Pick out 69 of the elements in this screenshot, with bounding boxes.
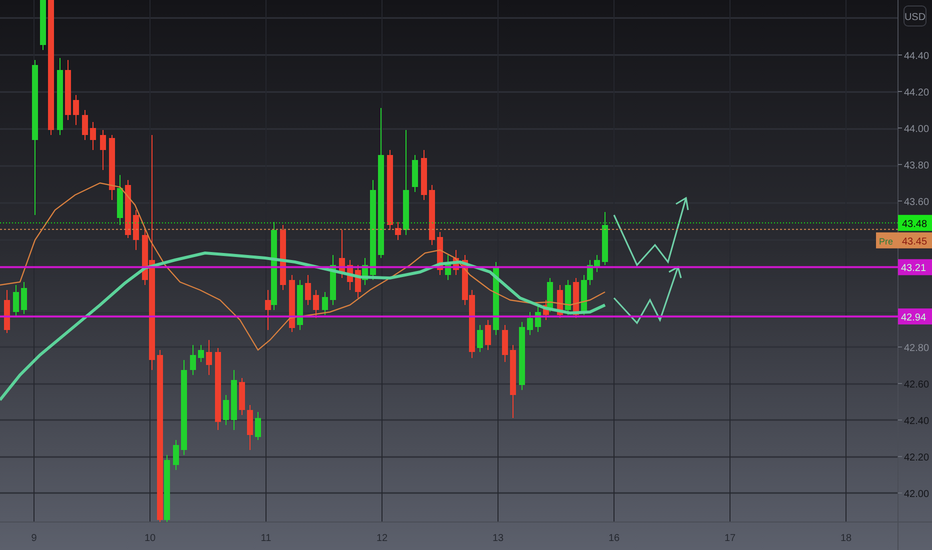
candlestick — [231, 370, 237, 430]
candlestick — [82, 110, 88, 140]
time-tick-label: 16 — [608, 533, 620, 544]
candlestick — [223, 394, 229, 426]
price-tick-label: 42.80 — [904, 343, 930, 354]
candlestick — [133, 210, 139, 250]
candlestick — [4, 290, 10, 334]
time-tick-label: 17 — [724, 533, 736, 544]
candlestick — [255, 412, 261, 440]
candlestick — [247, 404, 253, 450]
candlestick — [100, 130, 106, 170]
time-tick-label: 13 — [492, 533, 504, 544]
candlestick — [297, 280, 303, 330]
candlestick — [13, 284, 19, 316]
candlestick — [330, 254, 336, 306]
candlestick — [339, 230, 345, 278]
candlestick — [445, 254, 451, 280]
candlestick — [412, 154, 418, 192]
candlestick — [206, 340, 212, 376]
candlestick — [527, 312, 533, 336]
candlestick — [90, 122, 96, 150]
time-tick-label: 12 — [376, 533, 388, 544]
price-tick-label: 42.00 — [904, 489, 930, 500]
candlestick — [21, 282, 27, 314]
time-tick-label: 10 — [144, 533, 156, 544]
price-tick-label: 44.40 — [904, 51, 930, 62]
price-tick-label: 44.00 — [904, 124, 930, 135]
candlestick — [73, 94, 79, 126]
candlestick — [109, 134, 115, 200]
candlestick — [502, 324, 508, 362]
candlestick — [40, 0, 46, 50]
candlestick — [173, 440, 179, 470]
candlestick — [535, 304, 541, 332]
candlestick — [305, 274, 311, 306]
currency-label: USD — [904, 6, 926, 26]
candlestick — [347, 260, 353, 290]
candlestick — [239, 378, 245, 416]
candlestick — [280, 224, 286, 290]
price-label-text: 43.48 — [902, 218, 928, 230]
price-tick-label: 43.60 — [904, 197, 930, 208]
time-tick-label: 9 — [31, 533, 37, 544]
price-tick-label: 44.20 — [904, 88, 930, 98]
candlestick — [198, 344, 204, 362]
candlestick — [313, 290, 319, 318]
candlestick — [395, 222, 401, 240]
price-tick-label: 42.40 — [904, 416, 930, 427]
time-tick-label: 18 — [840, 533, 852, 544]
arrow-drawing — [613, 266, 682, 324]
candlestick — [322, 292, 328, 316]
candlestick — [125, 180, 131, 238]
candlestick — [421, 150, 427, 200]
candlestick — [477, 324, 483, 352]
candlestick — [602, 212, 608, 266]
candlestick — [565, 280, 571, 316]
candlestick — [453, 250, 459, 276]
price-label-text: 43.21 — [901, 263, 926, 274]
candlestick — [190, 344, 196, 376]
candlestick — [485, 320, 491, 350]
price-label-text: 42.94 — [901, 312, 926, 324]
candlestick — [117, 174, 123, 226]
price-tick-label: 42.20 — [904, 452, 930, 464]
candlestick — [429, 184, 435, 246]
candlestick — [519, 322, 525, 390]
pre-market-tag: Pre — [879, 236, 894, 246]
time-tick-label: 11 — [260, 533, 272, 544]
candlestick — [289, 274, 295, 332]
price-label-text: 43.45 — [902, 236, 928, 248]
candlestick — [65, 60, 71, 120]
price-tick-label: 43.80 — [904, 160, 930, 172]
